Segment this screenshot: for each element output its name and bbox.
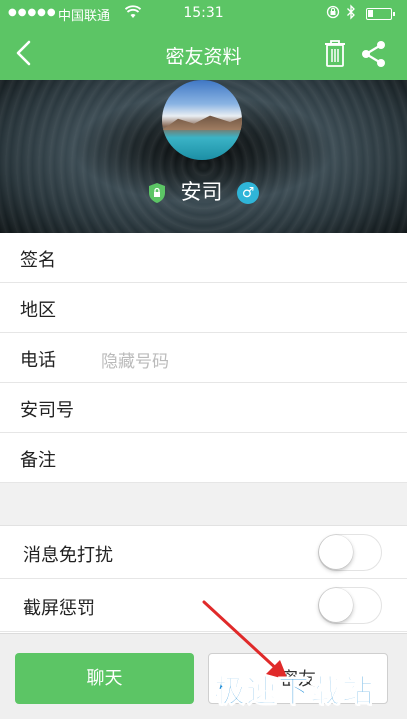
info-label: 电话 [20,350,56,371]
nav-bar: 密友资料 [0,28,407,80]
share-icon[interactable] [360,40,388,68]
info-row-remark[interactable]: 备注 [0,433,407,483]
rotation-lock-icon [326,5,340,22]
battery-level [368,10,373,17]
info-value: 隐藏号码 [101,352,169,372]
battery-icon [366,8,395,20]
status-bar: ●●●●● 中国联通 15:31 [0,0,407,28]
shield-lock-icon [148,182,166,204]
info-label: 备注 [20,450,56,471]
section-divider [0,483,407,526]
info-label: 签名 [20,250,56,271]
profile-name-row: 安司 ♂ [0,176,407,206]
info-row-signature[interactable]: 签名 [0,233,407,283]
info-row-phone[interactable]: 电话 隐藏号码 [0,333,407,383]
trash-icon[interactable] [322,38,348,68]
switch-knob [319,588,353,622]
profile-header: 安司 ♂ [0,80,407,233]
bluetooth-icon [346,4,356,23]
avatar-landscape [162,115,242,130]
info-label: 安司号 [20,400,74,421]
info-row-account-id[interactable]: 安司号 [0,383,407,433]
info-label: 地区 [20,300,56,321]
chat-button[interactable]: 聊天 [15,653,194,704]
toggle-label: 消息免打扰 [23,545,113,566]
toggle-label: 截屏惩罚 [23,598,95,619]
profile-info-list: 签名 地区 电话 隐藏号码 安司号 备注 [0,233,407,483]
info-row-region[interactable]: 地区 [0,283,407,333]
toggle-row-do-not-disturb: 消息免打扰 [0,526,407,579]
profile-name: 安司 [180,180,223,204]
screenshot-penalty-switch[interactable] [318,587,382,624]
avatar[interactable] [162,80,242,160]
watermark: 极速下载站 [214,674,374,711]
male-gender-icon: ♂ [237,182,260,204]
do-not-disturb-switch[interactable] [318,534,382,571]
switch-knob [319,535,353,569]
